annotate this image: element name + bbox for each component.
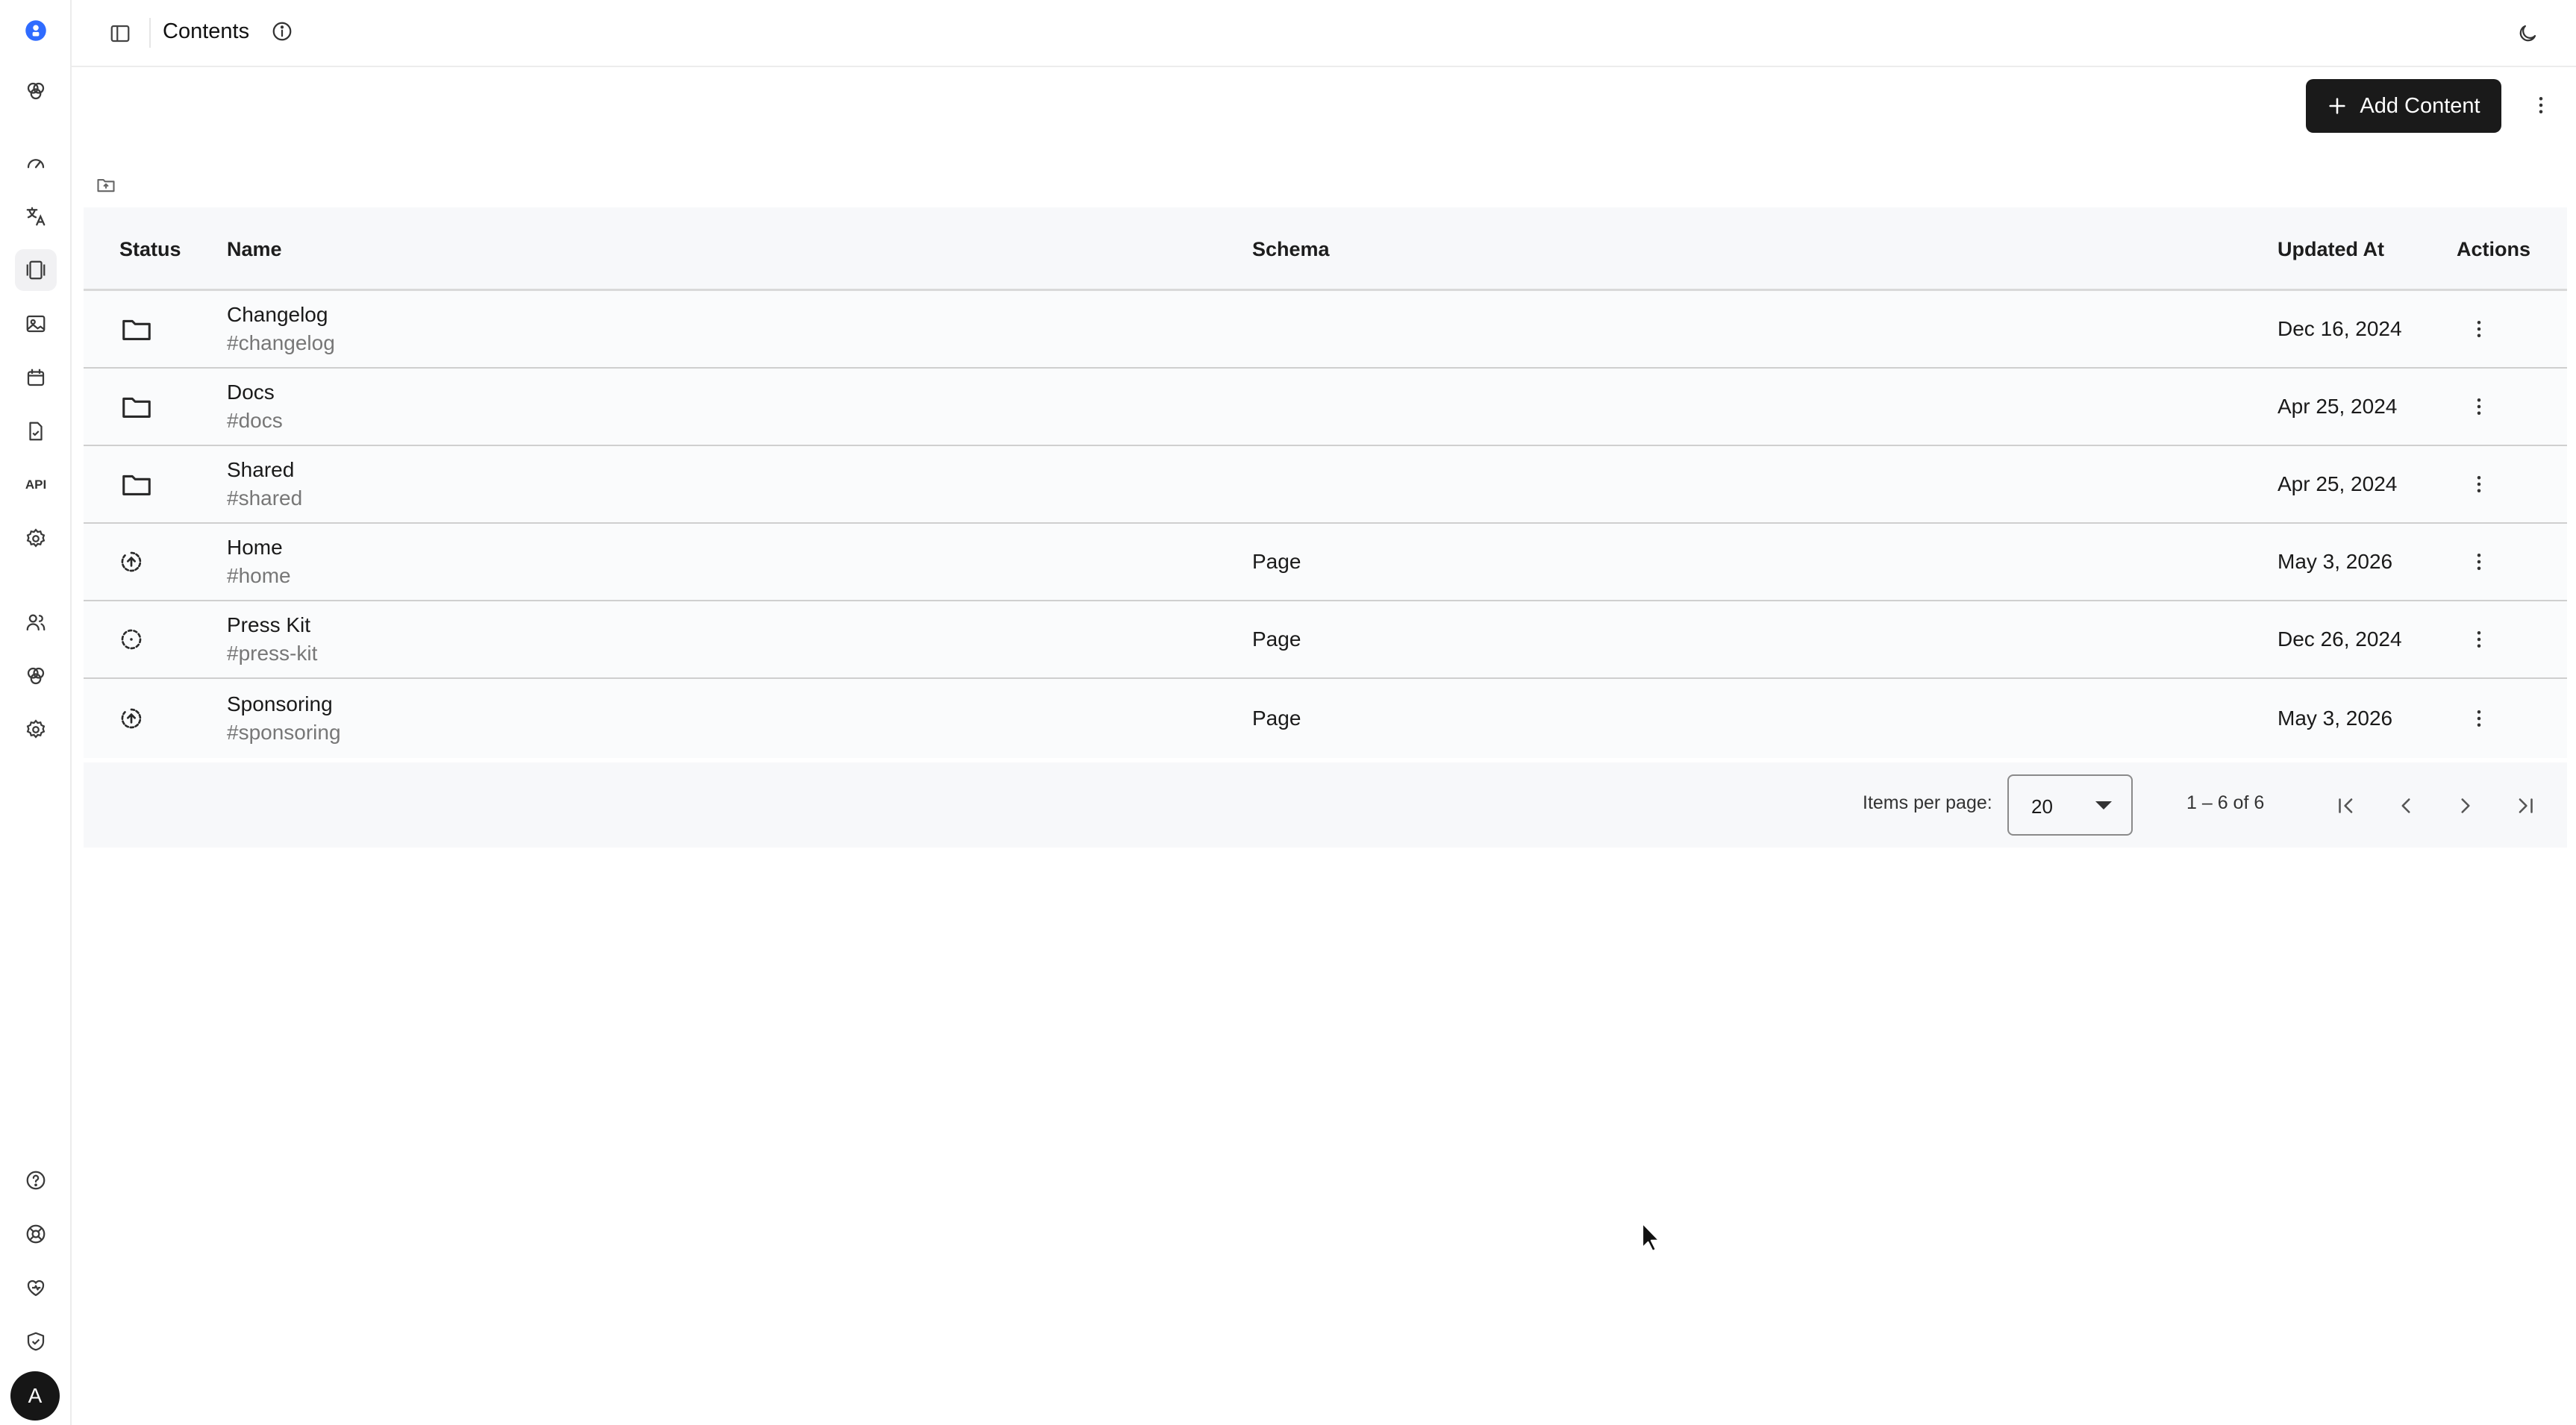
- table-row[interactable]: Shared #shared Apr 25, 2024: [84, 446, 2567, 524]
- row-actions-icon[interactable]: [2457, 369, 2501, 445]
- table-row[interactable]: Press Kit #press-kit Page Dec 26, 2024: [84, 601, 2567, 679]
- api-icon[interactable]: API: [15, 464, 57, 506]
- sidebar-rail: API A: [0, 0, 72, 1425]
- table-row[interactable]: Changelog #changelog Dec 16, 2024: [84, 291, 2567, 369]
- updated-cell: Dec 16, 2024: [2278, 317, 2402, 340]
- item-slug: #home: [227, 564, 291, 587]
- assets-icon[interactable]: [15, 303, 57, 345]
- published-icon: [119, 679, 179, 758]
- published-icon: [119, 524, 179, 600]
- folder-icon: [119, 446, 179, 522]
- users-icon[interactable]: [15, 601, 57, 643]
- item-name[interactable]: Shared: [227, 456, 294, 484]
- items-per-page-select[interactable]: 20: [2007, 774, 2133, 836]
- row-actions-icon[interactable]: [2457, 524, 2501, 600]
- row-actions-icon[interactable]: [2457, 601, 2501, 677]
- item-name[interactable]: Sponsoring: [227, 690, 333, 718]
- folder-icon: [119, 369, 179, 445]
- schema-cell: Page: [1252, 550, 1301, 573]
- updated-cell: Dec 26, 2024: [2278, 627, 2402, 651]
- header-updated-at[interactable]: Updated At: [2278, 207, 2384, 291]
- name-cell: Changelog #changelog: [227, 291, 335, 367]
- table-row[interactable]: Sponsoring #sponsoring Page May 3, 2026: [84, 679, 2567, 758]
- table-row[interactable]: Home #home Page May 3, 2026: [84, 524, 2567, 601]
- previous-page-icon[interactable]: [2385, 785, 2427, 827]
- item-name[interactable]: Docs: [227, 378, 275, 407]
- page-title: Contents: [163, 19, 250, 43]
- translate-icon[interactable]: [15, 195, 57, 237]
- global-settings-icon[interactable]: [15, 709, 57, 751]
- mouse-cursor-icon: [1641, 1222, 1660, 1253]
- contents-table: Status Name Schema Updated At Actions Ch…: [84, 207, 2567, 758]
- header-schema[interactable]: Schema: [1252, 207, 1330, 291]
- updated-cell: Apr 25, 2024: [2278, 395, 2398, 418]
- schema-cell: Page: [1252, 627, 1301, 651]
- folder-up-icon[interactable]: [94, 173, 118, 197]
- schema-cell: Page: [1252, 707, 1301, 730]
- last-page-icon[interactable]: [2504, 785, 2546, 827]
- item-name[interactable]: Press Kit: [227, 611, 310, 639]
- paginator: Items per page: 20 1 – 6 of 6: [84, 762, 2567, 848]
- item-slug: #changelog: [227, 331, 335, 354]
- more-options-icon[interactable]: [2522, 87, 2560, 124]
- name-cell: Shared #shared: [227, 446, 302, 522]
- user-avatar[interactable]: A: [10, 1371, 60, 1421]
- dark-mode-icon[interactable]: [2509, 15, 2546, 52]
- sidebar-toggle-icon[interactable]: [101, 15, 139, 52]
- item-slug: #press-kit: [227, 642, 318, 665]
- add-content-button[interactable]: Add Content: [2306, 79, 2501, 133]
- header-name[interactable]: Name: [227, 207, 282, 291]
- table-header: Status Name Schema Updated At Actions: [84, 207, 2567, 291]
- spaces-settings-icon[interactable]: [15, 655, 57, 697]
- sponsor-heart-icon[interactable]: [15, 1267, 57, 1309]
- contents-icon[interactable]: [15, 249, 57, 291]
- name-cell: Docs #docs: [227, 369, 283, 445]
- tasks-icon[interactable]: [15, 357, 57, 398]
- item-name[interactable]: Home: [227, 533, 283, 562]
- support-icon[interactable]: [15, 1213, 57, 1255]
- name-cell: Sponsoring #sponsoring: [227, 679, 341, 758]
- first-page-icon[interactable]: [2325, 785, 2367, 827]
- items-per-page-value: 20: [2031, 795, 2053, 818]
- next-page-icon[interactable]: [2445, 785, 2486, 827]
- security-shield-icon[interactable]: [15, 1321, 57, 1362]
- settings-icon[interactable]: [15, 518, 57, 560]
- name-cell: Home #home: [227, 524, 291, 600]
- plus-icon: [2329, 98, 2345, 114]
- row-actions-icon[interactable]: [2457, 291, 2501, 367]
- table-row[interactable]: Docs #docs Apr 25, 2024: [84, 369, 2567, 446]
- row-actions-icon[interactable]: [2457, 446, 2501, 522]
- name-cell: Press Kit #press-kit: [227, 601, 317, 677]
- item-slug: #sponsoring: [227, 721, 341, 744]
- row-actions-icon[interactable]: [2457, 679, 2501, 758]
- top-bar: Contents: [72, 0, 2576, 67]
- dashboard-icon[interactable]: [15, 142, 57, 184]
- document-check-icon[interactable]: [15, 410, 57, 452]
- item-slug: #docs: [227, 409, 283, 432]
- app-logo-icon[interactable]: [15, 10, 57, 51]
- updated-cell: May 3, 2026: [2278, 707, 2393, 730]
- updated-cell: May 3, 2026: [2278, 550, 2393, 573]
- updated-cell: Apr 25, 2024: [2278, 472, 2398, 495]
- page-range-label: 1 – 6 of 6: [2186, 792, 2265, 813]
- info-icon[interactable]: [267, 16, 297, 46]
- item-name[interactable]: Changelog: [227, 301, 328, 329]
- dropdown-caret-icon: [2095, 801, 2112, 809]
- header-actions: Actions: [2457, 238, 2531, 260]
- divider: [149, 18, 151, 48]
- spaces-icon[interactable]: [15, 70, 57, 112]
- draft-icon: [119, 601, 179, 677]
- help-icon[interactable]: [15, 1159, 57, 1201]
- header-status[interactable]: Status: [119, 207, 181, 291]
- item-slug: #shared: [227, 486, 303, 510]
- folder-icon: [119, 291, 179, 367]
- items-per-page-label: Items per page:: [1863, 792, 1992, 813]
